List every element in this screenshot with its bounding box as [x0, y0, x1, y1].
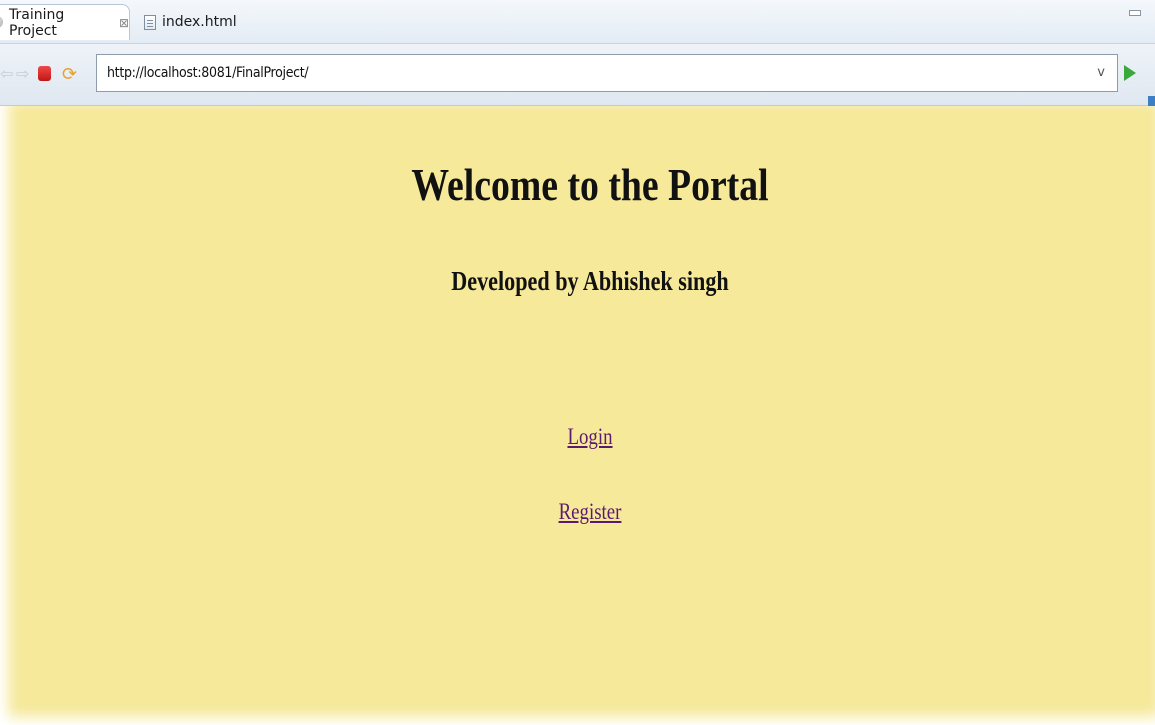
tab-training-project[interactable]: Training Project ⊠ [0, 4, 130, 40]
page-subtitle: Developed by Abhishek singh [451, 266, 729, 296]
browser-window: Training Project ⊠ index.html ⇦ ⇨ ⟳ http… [0, 0, 1155, 725]
url-input[interactable]: http://localhost:8081/FinalProject/ v [96, 54, 1118, 92]
tab-training-project-label: Training Project [9, 6, 65, 39]
file-icon [144, 14, 156, 30]
browser-toolbar: ⇦ ⇨ ⟳ http://localhost:8081/FinalProject… [0, 44, 1155, 136]
close-icon[interactable]: ⊠ [119, 16, 129, 30]
editor-tab-bar: Training Project ⊠ index.html [0, 0, 1155, 44]
tab-index-html-label: index.html [162, 14, 237, 30]
chevron-down-icon[interactable]: v [1097, 65, 1105, 80]
stop-icon[interactable] [38, 66, 51, 81]
forward-icon[interactable]: ⇨ [16, 66, 29, 82]
back-icon[interactable]: ⇦ [0, 66, 13, 82]
url-text[interactable]: http://localhost:8081/FinalProject/ [97, 65, 309, 81]
tab-index-html[interactable]: index.html [140, 4, 237, 40]
register-link[interactable]: Register [106, 499, 1074, 525]
login-link[interactable]: Login [106, 424, 1074, 450]
minimize-icon[interactable] [1129, 10, 1141, 16]
globe-icon [0, 16, 3, 28]
refresh-icon[interactable]: ⟳ [62, 64, 77, 85]
go-icon[interactable] [1124, 65, 1136, 81]
page-content: Welcome to the Portal Developed by Abhis… [0, 106, 1155, 725]
page-title: Welcome to the Portal [411, 159, 769, 210]
